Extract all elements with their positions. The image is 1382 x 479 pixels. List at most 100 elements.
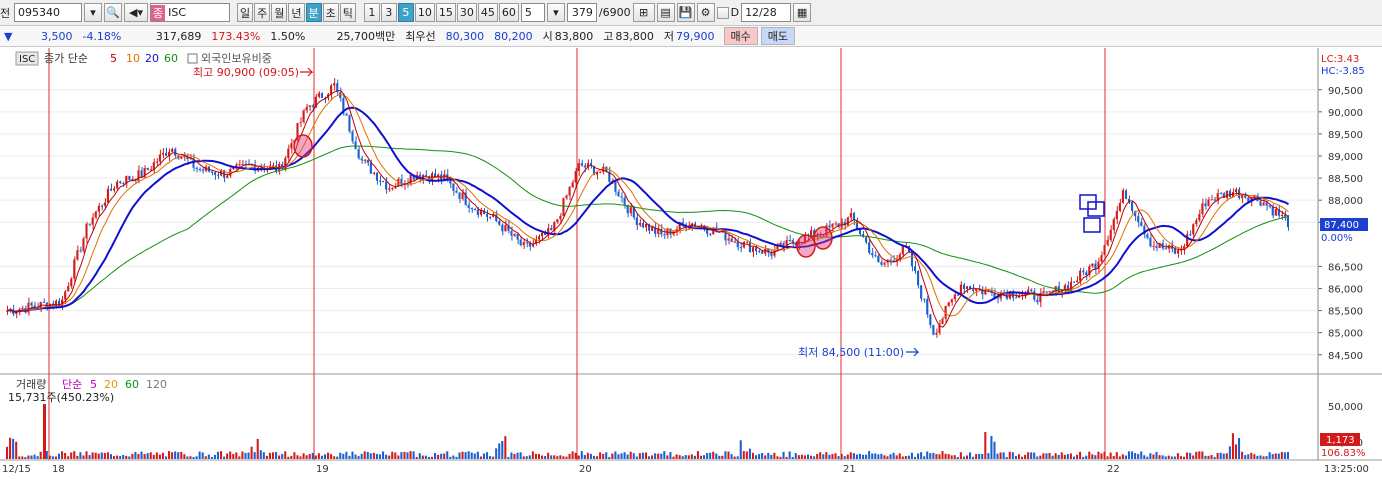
candle-body [562,198,565,216]
calendar-icon[interactable]: ▦ [793,3,812,22]
vma20-label: 20 [104,378,118,391]
candle-body [470,207,473,210]
interval-button-45[interactable]: 45 [477,3,498,22]
last-volume-pct: 106.83% [1321,448,1366,459]
volume-bar [134,451,137,459]
chart-area[interactable]: 90,50090,00089,50089,00088,50088,00087,5… [0,48,1382,476]
volume-bar [1121,454,1124,459]
candle-body [1100,255,1103,262]
candle-body [317,93,320,97]
volume-ma-label: 단순 [62,378,82,391]
volume-bar [929,453,932,459]
candle-body [1204,203,1207,207]
candle-body [852,213,855,221]
period-tab-2[interactable]: 월 [271,3,288,22]
volume-bar [984,431,987,459]
period-tab-1[interactable]: 주 [254,3,271,22]
stock-chart[interactable]: 90,50090,00089,50089,00088,50088,00087,5… [0,48,1382,476]
volume-bar [1131,451,1134,459]
period-tab-0[interactable]: 일 [237,3,254,22]
volume-bar [238,456,241,459]
gear-icon[interactable]: ⚙ [696,3,715,22]
volume-bar [1183,456,1186,459]
candle-body [1149,237,1152,247]
volume-bar [91,452,94,459]
volume-bar [348,455,351,459]
candle-body [748,241,751,253]
volume-bar [1216,453,1219,459]
period-tab-3[interactable]: 년 [288,3,305,22]
volume-bar [296,455,299,459]
price-tick-label: 85,000 [1328,329,1363,340]
buy-button[interactable]: 매수 [723,27,758,45]
volume-bar [626,454,629,459]
candle-body [1210,199,1213,201]
volume-bar [1192,455,1195,459]
best-bid: 80,200 [494,29,533,43]
interval-button-10[interactable]: 10 [414,3,435,22]
stock-name-field[interactable]: 종 ISC [150,3,230,22]
volume-bar [201,452,204,459]
count-field[interactable]: 379 [566,3,597,22]
volume-bar [265,455,268,459]
table-icon[interactable]: ▤ [656,3,675,22]
candle-body [155,161,158,163]
volume-bar [822,454,825,459]
candle-body [210,171,213,173]
interval-button-30[interactable]: 30 [456,3,477,22]
interval-button-60[interactable]: 60 [498,3,519,22]
type-badge: 종 [151,4,166,21]
candle-body [1014,297,1017,299]
dropdown-arrow-icon[interactable]: ▾ [84,3,102,22]
volume-bar [1149,453,1152,459]
volume-bar [782,451,785,459]
sell-button[interactable]: 매도 [760,27,796,45]
interval-button-15[interactable]: 15 [435,3,456,22]
speaker-icon[interactable]: ◀▾ [124,3,148,22]
stock-code-input[interactable]: 095340 [14,3,82,22]
save-icon[interactable]: 💾 [676,3,695,22]
volume-bar [1256,455,1259,459]
candle-body [541,232,544,237]
date-input[interactable]: 12/28 [741,3,792,22]
volume-bar [602,453,605,459]
candle-body [1109,229,1112,241]
volume-bar [999,452,1002,459]
volume-bar [1088,451,1091,459]
checkbox[interactable] [716,6,729,19]
search-icon[interactable]: 🔍 [104,3,122,22]
volume-bar [1118,456,1121,459]
lc-label: LC:3.43 [1321,54,1359,65]
candle-body [238,164,241,166]
volume-bar [1072,456,1075,459]
zoom-icon[interactable]: ⊞ [632,3,655,22]
candle-body [761,251,764,254]
volume-bar [434,452,437,459]
period-tab-5[interactable]: 초 [322,3,339,22]
period-tab-6[interactable]: 틱 [339,3,356,22]
volume-bar [128,456,131,459]
volume-bar [537,453,540,459]
interval-button-1[interactable]: 1 [363,3,380,22]
volume-bar [253,452,256,459]
volume-bar [281,454,284,459]
hc-label: HC:-3.85 [1321,66,1365,77]
volume-bar [589,453,592,459]
volume-bar [1198,451,1201,459]
interval-button-3[interactable]: 3 [380,3,397,22]
interval-select[interactable]: 5 [520,3,545,22]
volume-bar [1262,456,1265,459]
volume-bar [259,450,262,459]
open-value: 83,800 [554,29,594,43]
signal-circle [796,234,816,258]
chevron-down-icon[interactable]: ▾ [546,3,565,22]
interval-button-5[interactable]: 5 [397,3,414,22]
volume-bar [632,453,635,459]
ma5-label: 5 [110,52,117,65]
volume-bar [180,451,183,459]
candle-body [305,106,308,111]
volume-bar [1115,452,1118,459]
volume-bar [1179,456,1182,459]
volume-bar [926,451,929,459]
period-tab-4[interactable]: 분 [305,3,322,22]
